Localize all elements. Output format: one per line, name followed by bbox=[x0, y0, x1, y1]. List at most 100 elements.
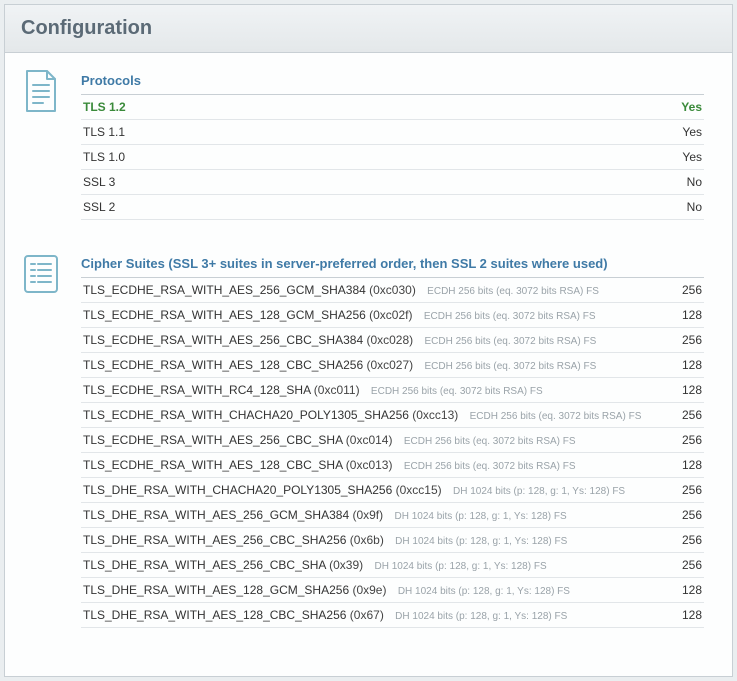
cipher-name: TLS_DHE_RSA_WITH_AES_128_GCM_SHA256 bbox=[83, 583, 349, 597]
table-row: TLS 1.0Yes bbox=[81, 145, 704, 170]
cipher-bits: 128 bbox=[654, 378, 704, 403]
protocols-body: Protocols TLS 1.2YesTLS 1.1YesTLS 1.0Yes… bbox=[81, 69, 704, 220]
cipher-cell: TLS_ECDHE_RSA_WITH_AES_256_CBC_SHA384 (0… bbox=[81, 328, 654, 353]
cipher-bits: 256 bbox=[654, 328, 704, 353]
cipher-annotation: ECDH 256 bits (eq. 3072 bits RSA) FS bbox=[404, 436, 576, 447]
protocol-value: Yes bbox=[654, 95, 704, 120]
cipher-hex: (0xc02f) bbox=[366, 308, 413, 322]
cipher-body: Cipher Suites (SSL 3+ suites in server-p… bbox=[81, 252, 704, 628]
cipher-annotation: DH 1024 bits (p: 128, g: 1, Ys: 128) FS bbox=[395, 536, 567, 547]
table-row: TLS_ECDHE_RSA_WITH_CHACHA20_POLY1305_SHA… bbox=[81, 403, 704, 428]
cipher-name: TLS_ECDHE_RSA_WITH_AES_128_GCM_SHA256 bbox=[83, 308, 366, 322]
protocols-table: TLS 1.2YesTLS 1.1YesTLS 1.0YesSSL 3NoSSL… bbox=[81, 95, 704, 220]
table-row: TLS_DHE_RSA_WITH_AES_128_CBC_SHA256 (0x6… bbox=[81, 603, 704, 628]
cipher-bits: 128 bbox=[654, 578, 704, 603]
cipher-hex: (0xc014) bbox=[342, 433, 392, 447]
table-row: TLS_DHE_RSA_WITH_AES_128_GCM_SHA256 (0x9… bbox=[81, 578, 704, 603]
cipher-hex: (0xc030) bbox=[366, 283, 416, 297]
cipher-annotation: ECDH 256 bits (eq. 3072 bits RSA) FS bbox=[404, 461, 576, 472]
cipher-bits: 256 bbox=[654, 478, 704, 503]
table-row: TLS_DHE_RSA_WITH_AES_256_CBC_SHA256 (0x6… bbox=[81, 528, 704, 553]
configuration-panel: Configuration Protocols TLS 1.2YesTLS 1.… bbox=[4, 4, 733, 677]
table-row: TLS 1.1Yes bbox=[81, 120, 704, 145]
cipher-annotation: DH 1024 bits (p: 128, g: 1, Ys: 128) FS bbox=[398, 586, 570, 597]
protocol-name: TLS 1.2 bbox=[81, 95, 654, 120]
protocol-value: No bbox=[654, 170, 704, 195]
cipher-hex: (0x6b) bbox=[346, 533, 383, 547]
cipher-name: TLS_ECDHE_RSA_WITH_AES_128_CBC_SHA bbox=[83, 458, 342, 472]
cipher-cell: TLS_DHE_RSA_WITH_AES_256_CBC_SHA (0x39) … bbox=[81, 553, 654, 578]
protocol-name: SSL 3 bbox=[81, 170, 654, 195]
document-icon bbox=[21, 69, 61, 113]
cipher-annotation: ECDH 256 bits (eq. 3072 bits RSA) FS bbox=[371, 386, 543, 397]
cipher-bits: 256 bbox=[654, 428, 704, 453]
cipher-name: TLS_DHE_RSA_WITH_AES_128_CBC_SHA256 bbox=[83, 608, 346, 622]
cipher-cell: TLS_ECDHE_RSA_WITH_AES_128_CBC_SHA256 (0… bbox=[81, 353, 654, 378]
cipher-bits: 128 bbox=[654, 453, 704, 478]
cipher-hex: (0x39) bbox=[326, 558, 363, 572]
cipher-name: TLS_ECDHE_RSA_WITH_CHACHA20_POLY1305_SHA… bbox=[83, 408, 409, 422]
cipher-bits: 256 bbox=[654, 403, 704, 428]
protocol-value: Yes bbox=[654, 120, 704, 145]
protocol-name: TLS 1.0 bbox=[81, 145, 654, 170]
cipher-bits: 256 bbox=[654, 278, 704, 303]
cipher-annotation: ECDH 256 bits (eq. 3072 bits RSA) FS bbox=[470, 411, 642, 422]
table-row: TLS_ECDHE_RSA_WITH_AES_256_GCM_SHA384 (0… bbox=[81, 278, 704, 303]
panel-header: Configuration bbox=[5, 5, 732, 53]
cipher-annotation: DH 1024 bits (p: 128, g: 1, Ys: 128) FS bbox=[395, 611, 567, 622]
table-row: TLS_ECDHE_RSA_WITH_AES_256_CBC_SHA (0xc0… bbox=[81, 428, 704, 453]
cipher-table: TLS_ECDHE_RSA_WITH_AES_256_GCM_SHA384 (0… bbox=[81, 278, 704, 628]
cipher-annotation: DH 1024 bits (p: 128, g: 1, Ys: 128) FS bbox=[453, 486, 625, 497]
cipher-suites-section: Cipher Suites (SSL 3+ suites in server-p… bbox=[21, 252, 704, 628]
cipher-annotation: ECDH 256 bits (eq. 3072 bits RSA) FS bbox=[425, 336, 597, 347]
table-row: TLS_ECDHE_RSA_WITH_AES_128_CBC_SHA (0xc0… bbox=[81, 453, 704, 478]
table-row: TLS_ECDHE_RSA_WITH_AES_128_CBC_SHA256 (0… bbox=[81, 353, 704, 378]
cipher-name: TLS_ECDHE_RSA_WITH_AES_256_GCM_SHA384 bbox=[83, 283, 366, 297]
cipher-cell: TLS_DHE_RSA_WITH_AES_128_CBC_SHA256 (0x6… bbox=[81, 603, 654, 628]
cipher-name: TLS_ECDHE_RSA_WITH_AES_256_CBC_SHA bbox=[83, 433, 342, 447]
cipher-cell: TLS_ECDHE_RSA_WITH_AES_128_GCM_SHA256 (0… bbox=[81, 303, 654, 328]
cipher-annotation: DH 1024 bits (p: 128, g: 1, Ys: 128) FS bbox=[394, 511, 566, 522]
cipher-bits: 128 bbox=[654, 353, 704, 378]
protocol-value: Yes bbox=[654, 145, 704, 170]
cipher-hex: (0x9e) bbox=[349, 583, 386, 597]
protocol-name: SSL 2 bbox=[81, 195, 654, 220]
cipher-annotation: ECDH 256 bits (eq. 3072 bits RSA) FS bbox=[427, 286, 599, 297]
cipher-name: TLS_DHE_RSA_WITH_CHACHA20_POLY1305_SHA25… bbox=[83, 483, 392, 497]
cipher-annotation: DH 1024 bits (p: 128, g: 1, Ys: 128) FS bbox=[374, 561, 546, 572]
cipher-hex: (0xcc13) bbox=[409, 408, 458, 422]
protocols-section: Protocols TLS 1.2YesTLS 1.1YesTLS 1.0Yes… bbox=[21, 69, 704, 220]
cipher-hex: (0x9f) bbox=[349, 508, 383, 522]
cipher-annotation: ECDH 256 bits (eq. 3072 bits RSA) FS bbox=[425, 361, 597, 372]
table-row: TLS_ECDHE_RSA_WITH_AES_256_CBC_SHA384 (0… bbox=[81, 328, 704, 353]
cipher-cell: TLS_DHE_RSA_WITH_CHACHA20_POLY1305_SHA25… bbox=[81, 478, 654, 503]
list-icon bbox=[21, 252, 61, 296]
table-row: TLS_DHE_RSA_WITH_CHACHA20_POLY1305_SHA25… bbox=[81, 478, 704, 503]
cipher-hex: (0xc011) bbox=[310, 383, 359, 397]
cipher-hex: (0xc013) bbox=[342, 458, 392, 472]
cipher-cell: TLS_ECDHE_RSA_WITH_CHACHA20_POLY1305_SHA… bbox=[81, 403, 654, 428]
cipher-cell: TLS_ECDHE_RSA_WITH_AES_256_GCM_SHA384 (0… bbox=[81, 278, 654, 303]
cipher-cell: TLS_DHE_RSA_WITH_AES_256_CBC_SHA256 (0x6… bbox=[81, 528, 654, 553]
cipher-name: TLS_ECDHE_RSA_WITH_AES_128_CBC_SHA256 bbox=[83, 358, 363, 372]
cipher-hex: (0xc028) bbox=[363, 333, 413, 347]
cipher-title: Cipher Suites (SSL 3+ suites in server-p… bbox=[81, 252, 704, 278]
cipher-name: TLS_DHE_RSA_WITH_AES_256_GCM_SHA384 bbox=[83, 508, 349, 522]
cipher-cell: TLS_ECDHE_RSA_WITH_RC4_128_SHA (0xc011) … bbox=[81, 378, 654, 403]
cipher-hex: (0xc027) bbox=[363, 358, 413, 372]
cipher-annotation: ECDH 256 bits (eq. 3072 bits RSA) FS bbox=[424, 311, 596, 322]
protocol-value: No bbox=[654, 195, 704, 220]
table-row: SSL 2No bbox=[81, 195, 704, 220]
table-row: TLS 1.2Yes bbox=[81, 95, 704, 120]
cipher-bits: 256 bbox=[654, 503, 704, 528]
table-row: TLS_ECDHE_RSA_WITH_RC4_128_SHA (0xc011) … bbox=[81, 378, 704, 403]
cipher-bits: 128 bbox=[654, 303, 704, 328]
cipher-bits: 256 bbox=[654, 553, 704, 578]
cipher-cell: TLS_DHE_RSA_WITH_AES_128_GCM_SHA256 (0x9… bbox=[81, 578, 654, 603]
cipher-cell: TLS_DHE_RSA_WITH_AES_256_GCM_SHA384 (0x9… bbox=[81, 503, 654, 528]
cipher-name: TLS_ECDHE_RSA_WITH_RC4_128_SHA bbox=[83, 383, 310, 397]
protocol-name: TLS 1.1 bbox=[81, 120, 654, 145]
cipher-hex: (0x67) bbox=[346, 608, 383, 622]
protocols-icon-col bbox=[21, 69, 81, 220]
cipher-cell: TLS_ECDHE_RSA_WITH_AES_128_CBC_SHA (0xc0… bbox=[81, 453, 654, 478]
